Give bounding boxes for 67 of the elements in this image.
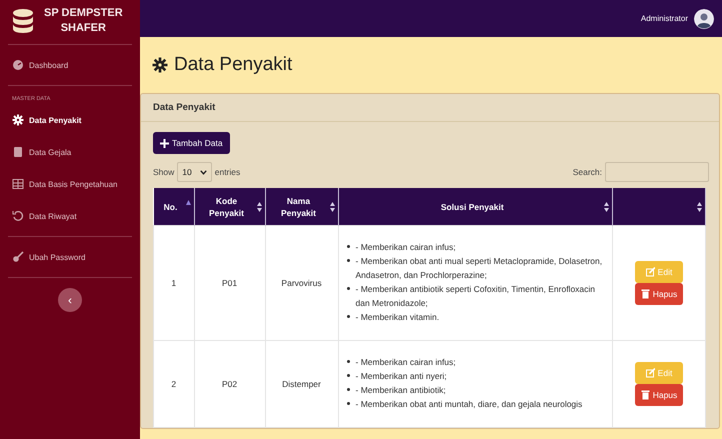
chevron-icon <box>200 170 207 174</box>
table-cell: 1 <box>154 226 194 340</box>
length-label: entries <box>214 167 240 177</box>
history-icon <box>12 210 24 222</box>
brand-title: SP DEMPSTER <box>44 6 123 21</box>
clipboard-icon <box>12 146 24 158</box>
search-label: Search: <box>572 167 602 177</box>
sidebar-item[interactable]: Data Penyakit <box>8 107 132 133</box>
plus-icon <box>160 138 169 148</box>
add-button[interactable]: Tambah Data <box>153 132 230 154</box>
sidebar-item[interactable]: Data Gejala <box>8 139 132 165</box>
bullet-icon <box>346 374 350 377</box>
list-item: - Memberikan obat anti muntah, diare, dan gejala neurologis <box>356 398 582 411</box>
bullet-icon <box>346 315 350 318</box>
sidebar-item[interactable]: Data Basis Pengetahuan <box>8 171 132 197</box>
user-name[interactable]: Administrator <box>640 14 688 23</box>
list-item: - Memberikan anti nyeri; <box>356 370 447 383</box>
column-header[interactable]: Nama Penyakit <box>265 188 338 226</box>
edit-icon <box>646 368 655 378</box>
column-header[interactable]: Solusi Penyakit <box>338 188 612 226</box>
column-header[interactable]: No. <box>154 188 194 226</box>
key-icon <box>12 251 24 263</box>
list-item: - Memberikan antibiotik seperti Cofoxitin, Timentin, Enrofloxacin dan Metronidazole; <box>356 283 596 310</box>
bullet-icon <box>346 402 350 405</box>
column-header[interactable]: Kode Penyakit <box>194 188 265 226</box>
table-cell: Parvovirus <box>265 226 338 340</box>
table-icon <box>12 178 24 190</box>
column-header[interactable] <box>612 188 706 226</box>
list-item: - Memberikan obat anti mual seperti Metaclopramide, Dolasetron, Andasetron, dan Prochlorperazine; <box>356 255 604 282</box>
bullet-icon <box>346 287 350 290</box>
bullet-icon <box>346 259 350 262</box>
collapse-button[interactable]: ‹ <box>58 288 82 312</box>
trash-icon <box>640 390 650 400</box>
page-title: Data Penyakit <box>174 54 292 76</box>
sidebar-item[interactable]: Ubah Password <box>8 244 132 270</box>
gear-icon <box>12 114 24 126</box>
table-cell: 2 <box>154 340 194 428</box>
avatar-icon[interactable] <box>694 8 714 28</box>
card-title: Data Penyakit <box>141 94 719 122</box>
sort-icon <box>256 202 262 212</box>
table-cell: P01 <box>194 226 265 340</box>
delete-button[interactable]: Hapus <box>635 283 683 305</box>
entries-dropdown[interactable]: 10 <box>177 162 212 182</box>
length-label: Show <box>153 167 174 177</box>
bullet-icon <box>346 245 350 248</box>
gear-icon <box>152 57 168 73</box>
trash-icon <box>640 289 650 299</box>
list-item: - Memberikan antibiotik; <box>356 384 446 397</box>
list-item: - Memberikan vitamin. <box>356 311 440 324</box>
brand-title: SHAFER <box>60 21 106 36</box>
search-field[interactable] <box>605 162 709 182</box>
bullet-icon <box>346 360 350 363</box>
list-item: - Memberikan cairan infus; <box>356 356 456 369</box>
table-cell: P02 <box>194 340 265 428</box>
delete-button[interactable]: Hapus <box>635 384 683 406</box>
gauge-icon <box>12 59 24 71</box>
sort-icon <box>697 202 702 212</box>
sidebar-item[interactable]: Data Riwayat <box>8 203 132 229</box>
sort-ascending-icon <box>186 200 190 205</box>
sort-icon <box>330 202 334 212</box>
bullet-icon <box>346 388 350 391</box>
sort-icon <box>604 202 609 212</box>
list-item: - Memberikan cairan infus; <box>356 241 456 254</box>
table-cell: Distemper <box>265 340 338 428</box>
edit-icon <box>646 267 655 277</box>
database-icon <box>12 8 34 34</box>
sidebar-item[interactable]: Dashboard <box>8 52 132 78</box>
